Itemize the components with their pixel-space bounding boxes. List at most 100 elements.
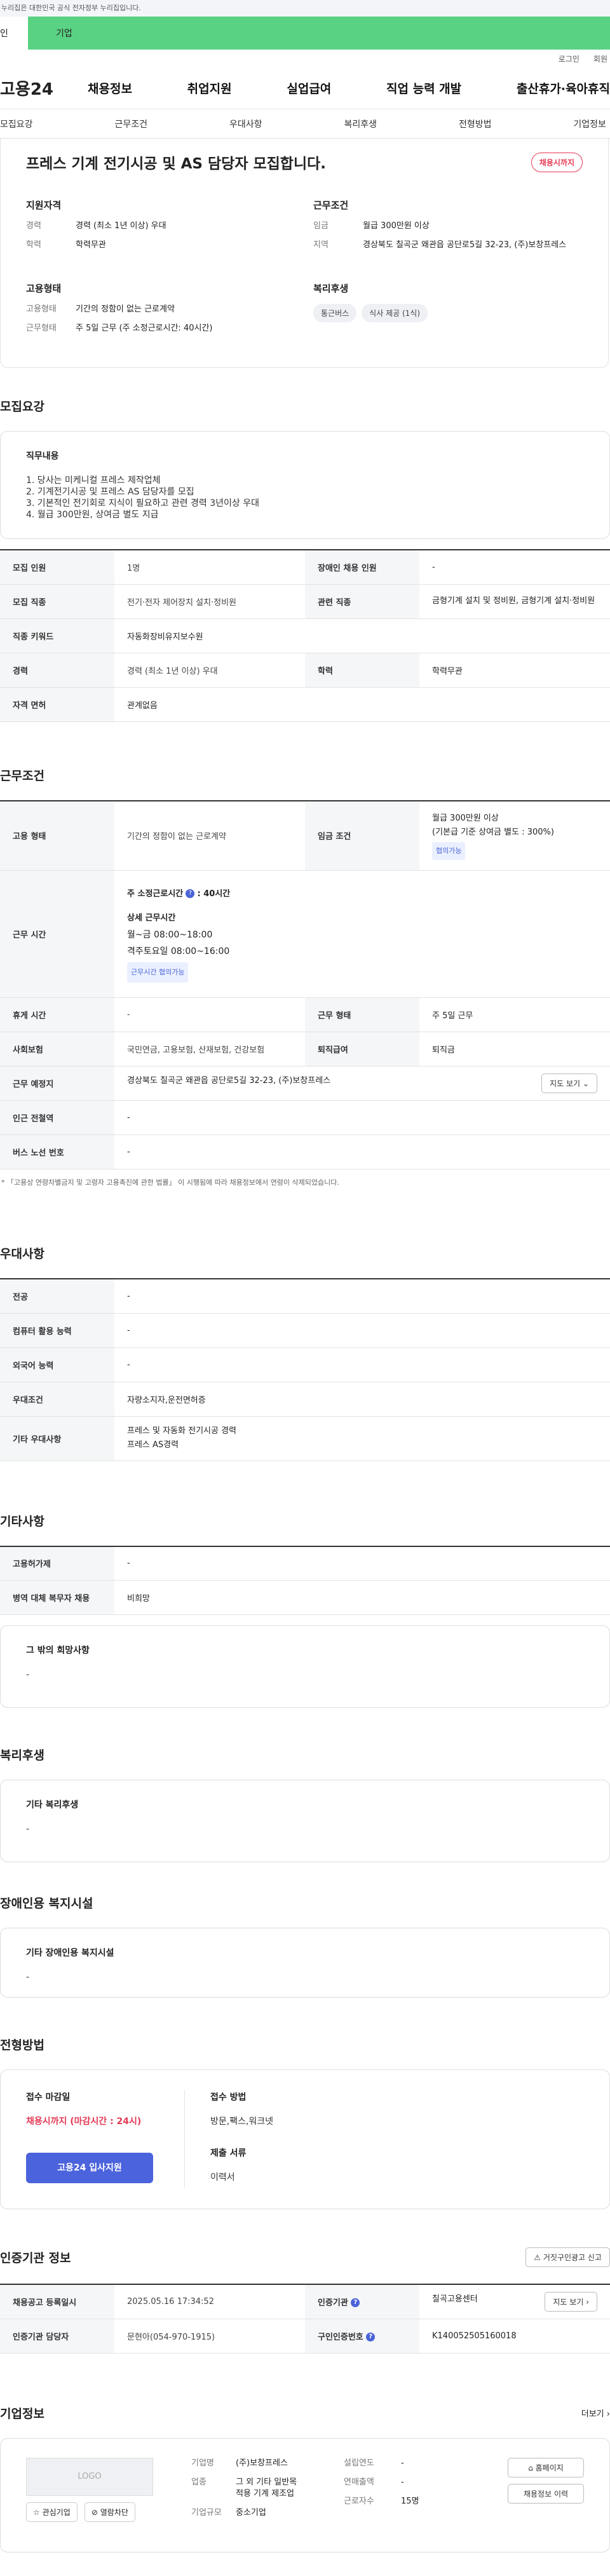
map-button[interactable]: 지도 보기 ⌄ bbox=[541, 1073, 597, 1093]
join-link[interactable]: 회원 bbox=[593, 53, 607, 64]
homepage-button[interactable]: ⌂ 홈페이지 bbox=[508, 2457, 584, 2477]
block-label: 열람차단 bbox=[100, 2507, 128, 2517]
td: 문현아(054-970-1915) bbox=[114, 2319, 305, 2354]
welfare-box-heading: 기타 복리후생 bbox=[26, 1800, 79, 1810]
th: 병역 대체 복무자 채용 bbox=[0, 1580, 114, 1615]
wage-main: 월급 300만원 이상 bbox=[432, 813, 499, 823]
help-icon[interactable]: ? bbox=[366, 2333, 376, 2341]
td: K140052505160018 bbox=[419, 2319, 610, 2354]
snb-apply[interactable]: 전형방법 bbox=[459, 118, 492, 130]
nav-job-training[interactable]: 직업 능력 개발 bbox=[386, 79, 461, 97]
block-button[interactable]: ⊘ 열람차단 bbox=[84, 2502, 135, 2522]
disab-box: 기타 장애인용 복지시설 - bbox=[0, 1928, 610, 1998]
value: 월급 300만원 이상 bbox=[363, 221, 430, 231]
tab-company[interactable]: 기업 bbox=[28, 17, 610, 50]
nav-parental-leave[interactable]: 출산휴가·육아휴직 bbox=[517, 79, 610, 97]
home-icon: ⌂ bbox=[528, 2463, 533, 2472]
company-header: 기업정보 더보기 › bbox=[0, 2404, 610, 2422]
th: 관련 직종 bbox=[305, 584, 419, 619]
apply-box: 접수 마감일 채용시까지 (마감시간 : 24시) 고용24 입사지원 접수 방… bbox=[0, 2069, 610, 2209]
label: 경력 bbox=[26, 221, 41, 231]
main-nav: 고용24 채용정보 취업지원 실업급여 직업 능력 개발 출산휴가·육아휴직 bbox=[0, 67, 610, 109]
method-value: 방문,팩스,워크넷 bbox=[210, 2116, 274, 2127]
recruit-table: 모집 인원 1명 장애인 채용 인원 - 모집 직종 전기·전자 제어장치 설치·정비원… bbox=[0, 549, 610, 722]
cert-map-button[interactable]: 지도 보기 › bbox=[545, 2291, 597, 2312]
th: 고용허가제 bbox=[0, 1545, 114, 1581]
help-icon[interactable]: ? bbox=[351, 2298, 360, 2308]
job-desc-line: 1. 당사는 미케니컬 프레스 제작업체 bbox=[26, 475, 161, 486]
hours-label: 주 소정근로시간 bbox=[127, 889, 184, 899]
value: 중소기업 bbox=[236, 2507, 266, 2518]
label: 임금 bbox=[313, 221, 329, 231]
th: 임금 조건 bbox=[305, 800, 419, 871]
work-hours-cell: 주 소정근로시간 ? : 40시간 상세 근무시간 월~금 08:00~18:0… bbox=[114, 870, 610, 998]
th: 외국어 능력 bbox=[0, 1347, 114, 1382]
job-summary-card: 프레스 기계 전기시공 및 AS 담당자 모집합니다. 채용시까지 지원자격 경력… bbox=[0, 139, 609, 368]
tab-individual[interactable]: 인 bbox=[0, 17, 28, 50]
report-label: 거짓구인광고 신고 bbox=[543, 2253, 602, 2262]
td: 프레스 및 자동화 전기시공 경력 프레스 AS경력 bbox=[114, 1416, 610, 1461]
company-info-1: 기업명 (주)보창프레스 업종 그 외 기타 일반목 적용 기계 제조업 기업규모 중소… bbox=[191, 2458, 344, 2533]
th: 컴퓨터 활용 능력 bbox=[0, 1313, 114, 1348]
negotiable-tag: 협의가능 bbox=[432, 842, 466, 860]
pref-title: 우대사항 bbox=[0, 1247, 44, 1261]
welfare-chip: 식사 제공 (1식) bbox=[362, 304, 428, 322]
location-text: 경상북도 칠곡군 왜관읍 공단로5길 32-23, (주)보창프레스 bbox=[127, 1076, 331, 1086]
welfare-heading: 복리후생 bbox=[313, 283, 349, 294]
th: 직종 키워드 bbox=[0, 618, 114, 653]
snb-pref[interactable]: 우대사항 bbox=[229, 118, 262, 130]
welfare-chip: 통근버스 bbox=[313, 304, 357, 322]
job-title: 프레스 기계 전기시공 및 AS 담당자 모집합니다. bbox=[26, 156, 327, 172]
cert-table: 채용공고 등록일시 2025.05.16 17:34:52 인증기관 ? 칠곡고용센터… bbox=[0, 2284, 610, 2354]
snb-company[interactable]: 기업정보 bbox=[573, 118, 606, 130]
snb-recruit[interactable]: 모집요강 bbox=[0, 118, 33, 130]
th: 인증기관 ? bbox=[305, 2284, 419, 2319]
th: 경력 bbox=[0, 653, 114, 688]
value: 15명 bbox=[401, 2496, 419, 2506]
site-logo[interactable]: 고용24 bbox=[0, 76, 88, 100]
nav-jobs[interactable]: 채용정보 bbox=[88, 79, 132, 97]
age-note-text: 「고용상 연령차별금지 및 고령자 고용촉진에 관한 법률」 이 시행됨에 따라… bbox=[7, 1178, 339, 1187]
cert-org: 칠곡고용센터 bbox=[432, 2294, 478, 2304]
td: 칠곡고용센터 지도 보기 › bbox=[419, 2284, 610, 2319]
td: 관계없음 bbox=[114, 687, 610, 722]
value: - bbox=[401, 2477, 404, 2487]
fav-button[interactable]: ☆ 관심기업 bbox=[26, 2502, 78, 2522]
th: 자격 면허 bbox=[0, 687, 114, 722]
td: 자량소지자,운전면허증 bbox=[114, 1382, 610, 1417]
nav-unemployment-benefit[interactable]: 실업급여 bbox=[287, 79, 331, 97]
map-button-label: 지도 보기 bbox=[550, 1079, 581, 1088]
nav-employment-support[interactable]: 취업지원 bbox=[187, 79, 232, 97]
value: 기간의 정함이 없는 근로계약 bbox=[76, 304, 175, 314]
value: - bbox=[401, 2458, 404, 2468]
method-heading: 접수 방법 bbox=[210, 2092, 247, 2102]
th: 인증기관 담당자 bbox=[0, 2319, 114, 2354]
help-icon[interactable]: ? bbox=[186, 889, 195, 898]
history-button[interactable]: 채용정보 이력 bbox=[508, 2483, 584, 2504]
snb-work[interactable]: 근무조건 bbox=[114, 118, 147, 130]
section-nav: 모집요강 근무조건 우대사항 복리후생 전형방법 기업정보 bbox=[0, 109, 610, 139]
label: 근로자수 bbox=[344, 2496, 374, 2506]
pref-line: 프레스 AS경력 bbox=[127, 1440, 179, 1450]
login-link[interactable]: 로그인 bbox=[559, 53, 580, 64]
th: 기타 우대사항 bbox=[0, 1416, 114, 1461]
hours-value: : 40시간 bbox=[197, 889, 231, 899]
qual-heading: 지원자격 bbox=[26, 200, 62, 211]
gov-notice: 누리집은 대한민국 공식 전자정부 누리집입니다. bbox=[1, 4, 141, 12]
cond-heading: 근무조건 bbox=[313, 200, 349, 211]
label: 설립연도 bbox=[344, 2458, 374, 2468]
wage-bonus: (기본급 기준 상여금 별도 : 300%) bbox=[432, 827, 554, 837]
td: - bbox=[114, 997, 305, 1032]
deadline-heading: 접수 마감일 bbox=[26, 2092, 71, 2102]
report-button[interactable]: ⚠ 거짓구인광고 신고 bbox=[525, 2247, 610, 2267]
label: 지역 bbox=[313, 240, 329, 250]
snb-welfare[interactable]: 복리후생 bbox=[344, 118, 377, 130]
company-title: 기업정보 bbox=[0, 2406, 44, 2421]
company-more-link[interactable]: 더보기 › bbox=[581, 2407, 610, 2419]
detail-hours-label: 상세 근무시간 bbox=[127, 913, 176, 923]
etc-table: 고용허가제 - 병역 대체 복무자 채용 비희망 bbox=[0, 1545, 610, 1615]
th: 우대조건 bbox=[0, 1382, 114, 1417]
emp-heading: 고용형태 bbox=[26, 283, 62, 294]
company-box: LOGO ☆ 관심기업 ⊘ 열람차단 기업명 (주)보창프레스 업종 그 외 기타 … bbox=[0, 2437, 610, 2552]
apply-button[interactable]: 고용24 입사지원 bbox=[26, 2153, 153, 2183]
